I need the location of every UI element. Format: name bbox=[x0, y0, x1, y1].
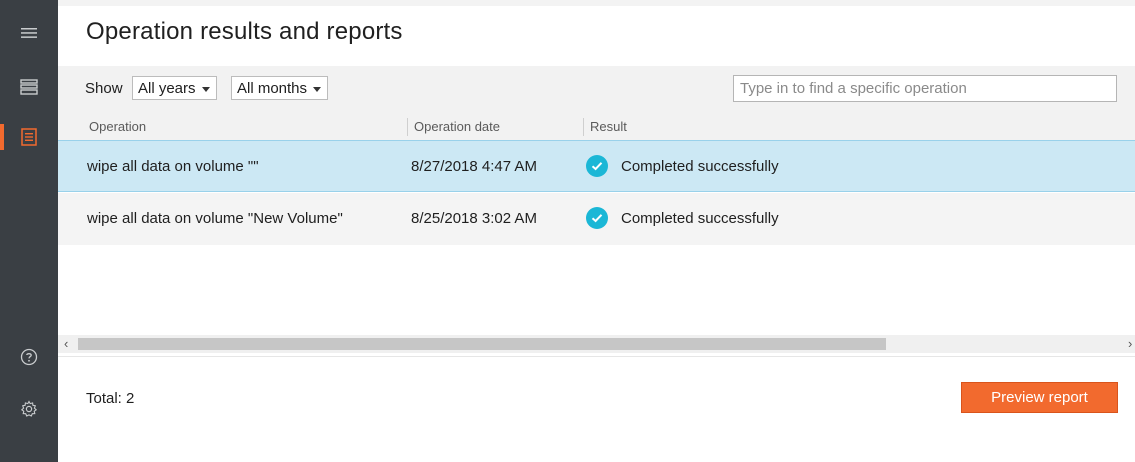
filter-bar: Show All years All months bbox=[58, 66, 1135, 114]
date-cell: 8/25/2018 3:02 AM bbox=[411, 210, 537, 227]
column-divider[interactable] bbox=[583, 118, 584, 136]
search-input[interactable] bbox=[733, 75, 1117, 102]
table-row[interactable]: wipe all data on volume "New Volume" 8/2… bbox=[58, 193, 1135, 245]
operation-cell: wipe all data on volume "New Volume" bbox=[87, 210, 343, 227]
hamburger-menu-icon[interactable] bbox=[0, 16, 58, 50]
chevron-down-icon bbox=[313, 87, 322, 92]
scrollbar-thumb[interactable] bbox=[78, 338, 886, 350]
total-count: Total: 2 bbox=[86, 390, 135, 407]
table-row[interactable]: wipe all data on volume "" 8/27/2018 4:4… bbox=[58, 140, 1135, 192]
year-select[interactable]: All years bbox=[132, 76, 217, 100]
operation-cell: wipe all data on volume "" bbox=[87, 158, 259, 175]
checkmark-icon bbox=[586, 155, 608, 177]
date-cell: 8/27/2018 4:47 AM bbox=[411, 158, 537, 175]
year-select-value: All years bbox=[138, 80, 196, 97]
checkmark-icon bbox=[586, 207, 608, 229]
help-icon[interactable] bbox=[0, 340, 58, 374]
main-panel: Operation results and reports Show All y… bbox=[58, 0, 1135, 462]
horizontal-scrollbar[interactable]: ‹ › bbox=[58, 335, 1135, 353]
result-cell: Completed successfully bbox=[621, 158, 779, 175]
preview-report-button[interactable]: Preview report bbox=[961, 382, 1118, 413]
report-list-icon[interactable] bbox=[0, 120, 58, 154]
sidebar bbox=[0, 0, 58, 462]
scroll-left-arrow-icon[interactable]: ‹ bbox=[64, 336, 68, 351]
gear-icon[interactable] bbox=[0, 392, 58, 426]
show-label: Show bbox=[85, 80, 123, 97]
month-select-value: All months bbox=[237, 80, 308, 97]
table-header: Operation Operation date Result bbox=[58, 114, 1135, 140]
drive-icon[interactable] bbox=[0, 70, 58, 104]
month-select[interactable]: All months bbox=[231, 76, 329, 100]
column-header-result[interactable]: Result bbox=[590, 119, 627, 134]
top-border bbox=[58, 0, 1135, 6]
column-divider[interactable] bbox=[407, 118, 408, 136]
result-cell: Completed successfully bbox=[621, 210, 779, 227]
column-header-date[interactable]: Operation date bbox=[414, 119, 500, 134]
column-header-operation[interactable]: Operation bbox=[89, 119, 146, 134]
chevron-down-icon bbox=[201, 87, 210, 92]
page-title: Operation results and reports bbox=[86, 18, 403, 45]
footer-divider bbox=[58, 356, 1135, 357]
scroll-right-arrow-icon[interactable]: › bbox=[1128, 336, 1132, 351]
